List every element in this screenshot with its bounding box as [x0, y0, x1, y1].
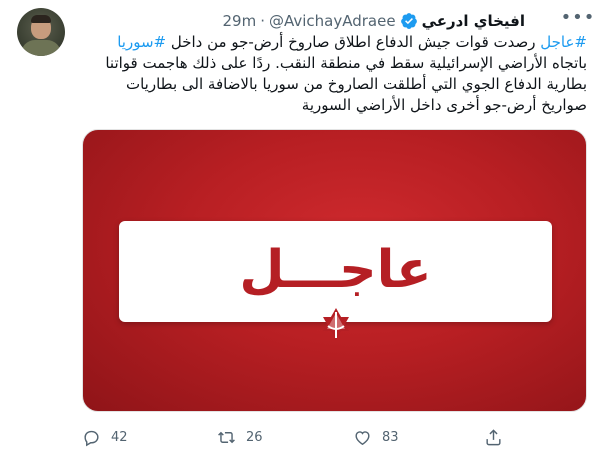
idf-emblem-icon: [323, 308, 349, 340]
reply-button[interactable]: 42: [82, 425, 128, 449]
author-name[interactable]: افيخاي ادرعي: [422, 12, 525, 30]
tweet-text-part: باتجاه الأراضي الإسرائيلية سقط في منطقة …: [105, 54, 587, 114]
heart-icon: [355, 430, 370, 445]
header-separator: ·: [260, 12, 265, 30]
share-button[interactable]: [484, 425, 503, 449]
tweet-actions: 42 26 83: [82, 425, 587, 449]
tweet-text-part: رصدت قوات جيش الدفاع اطلاق صاروخ أرض-جو …: [166, 33, 541, 51]
tweet[interactable]: ••• افيخاي ادرعي @AvichayAdraee · 29m #ع…: [0, 0, 609, 465]
tweet-timestamp[interactable]: 29m: [223, 12, 257, 30]
tweet-text: #عاجل رصدت قوات جيش الدفاع اطلاق صاروخ أ…: [82, 32, 587, 116]
hashtag-link-syria[interactable]: #سوريا: [117, 33, 166, 51]
share-icon: [486, 428, 501, 445]
retweet-count: 26: [246, 429, 263, 445]
like-count: 83: [382, 429, 399, 445]
verified-badge-icon: [400, 12, 418, 30]
retweet-icon: [218, 431, 235, 443]
author-handle[interactable]: @AvichayAdraee: [269, 12, 396, 30]
tweet-header: افيخاي ادرعي @AvichayAdraee · 29m: [223, 10, 525, 32]
like-button[interactable]: 83: [353, 425, 399, 449]
reply-icon: [84, 430, 99, 446]
hashtag-link-urgent[interactable]: #عاجل: [540, 33, 587, 51]
retweet-button[interactable]: 26: [217, 425, 263, 449]
avatar[interactable]: [17, 8, 65, 56]
tweet-media-image[interactable]: عاجـــل: [82, 129, 587, 412]
reply-count: 42: [111, 429, 128, 445]
media-banner-text: عاجـــل: [239, 240, 432, 300]
